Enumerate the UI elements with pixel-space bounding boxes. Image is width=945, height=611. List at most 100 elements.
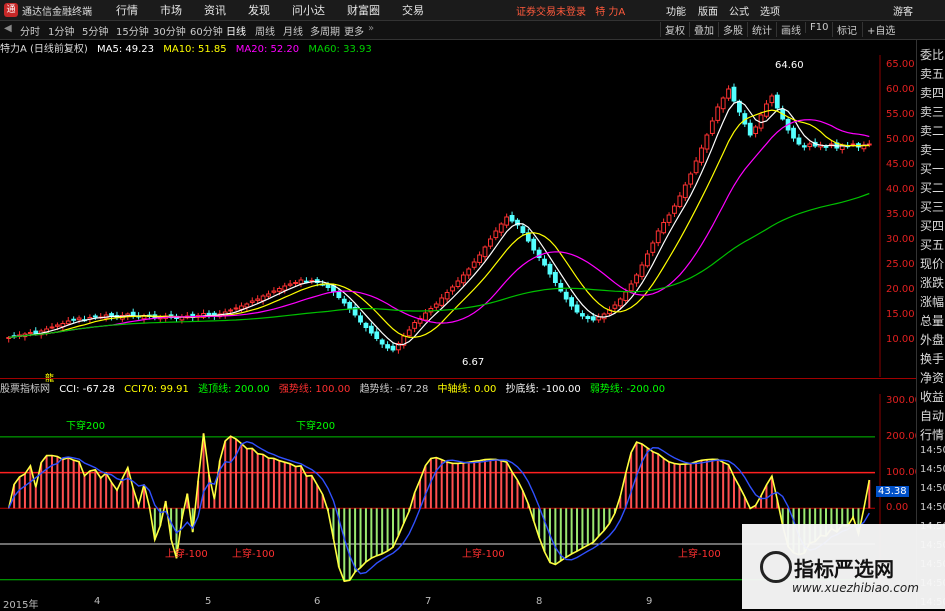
indicator-header: 股票指标网 CCI: -67.28 CCI70: 99.91 逃顶线: 200.… — [0, 380, 671, 395]
candle — [558, 279, 564, 293]
cross-above-minus100-label: 上穿-100 — [165, 549, 208, 560]
side-panel-item[interactable]: 买五 — [920, 236, 944, 253]
candle — [547, 261, 553, 278]
statistics-button[interactable]: 统计 — [747, 22, 776, 37]
side-panel-item[interactable]: 行情 — [920, 426, 944, 443]
candlestick-chart[interactable] — [0, 55, 916, 377]
candle — [672, 203, 677, 217]
login-status[interactable]: 证券交易未登录 特 力A — [516, 3, 625, 18]
side-panel-item[interactable]: 净资 — [920, 369, 944, 386]
candle — [71, 316, 77, 324]
candle — [60, 320, 66, 331]
guest-user[interactable]: 游客 — [893, 3, 913, 18]
price-tick-label: 50.00 — [886, 134, 915, 145]
menu-news[interactable]: 资讯 — [204, 2, 226, 18]
candle — [347, 300, 353, 313]
side-panel-item[interactable]: 买一 — [920, 160, 944, 177]
menu-function[interactable]: 功能 — [666, 3, 686, 18]
mark-button[interactable]: 标记 — [832, 22, 861, 37]
date-label: 9 — [646, 596, 653, 607]
period-monthly[interactable]: 月线 — [283, 23, 303, 38]
candle — [682, 181, 688, 202]
candle — [439, 294, 445, 308]
side-panel-item[interactable]: 收益 — [920, 388, 944, 405]
side-panel-item[interactable]: 自动 — [920, 407, 944, 424]
side-panel-item[interactable]: 14:50 — [920, 445, 945, 456]
candle — [574, 301, 580, 315]
cross-above-minus100-label: 上穿-100 — [462, 549, 505, 560]
menu-formula[interactable]: 公式 — [729, 3, 749, 18]
side-panel-item[interactable]: 14:50 — [920, 483, 945, 494]
side-panel-item[interactable]: 卖二 — [920, 122, 944, 139]
period-15min[interactable]: 15分钟 — [116, 23, 149, 38]
side-panel-item[interactable]: 买二 — [920, 179, 944, 196]
side-panel-item[interactable]: 14:50 — [920, 464, 945, 475]
period-weekly[interactable]: 周线 — [255, 23, 275, 38]
candle — [498, 222, 504, 237]
period-more[interactable]: 更多 — [344, 23, 364, 38]
candle — [612, 301, 618, 311]
candle — [363, 321, 369, 332]
side-panel-item[interactable]: 卖五 — [920, 65, 944, 82]
adjust-button[interactable]: 复权 — [660, 22, 689, 37]
draw-line-button[interactable]: 画线 — [776, 22, 805, 37]
add-watchlist-button[interactable]: +自选 — [862, 22, 899, 37]
side-panel-item[interactable]: 涨幅 — [920, 293, 944, 310]
period-1min[interactable]: 1分钟 — [48, 23, 74, 38]
menu-ask[interactable]: 问小达 — [292, 2, 325, 18]
price-tick-label: 55.00 — [886, 109, 915, 120]
app-logo-icon: 通 — [4, 3, 18, 17]
side-panel-item[interactable]: 换手 — [920, 350, 944, 367]
candle — [634, 272, 639, 287]
side-panel-item[interactable]: 卖四 — [920, 84, 944, 101]
side-panel-item[interactable]: 现价 — [920, 255, 944, 272]
menu-discover[interactable]: 发现 — [248, 2, 270, 18]
side-panel-item[interactable]: 买三 — [920, 198, 944, 215]
candle — [693, 157, 699, 175]
menu-market[interactable]: 市场 — [160, 2, 182, 18]
candle — [406, 326, 412, 338]
period-multi[interactable]: 多周期 — [310, 23, 340, 38]
candle — [168, 310, 174, 320]
period-5min[interactable]: 5分钟 — [82, 23, 108, 38]
stock-title: 特力A (日线前复权) — [0, 44, 88, 55]
candle — [482, 245, 488, 261]
left-arrow-icon[interactable]: ◀ — [4, 23, 12, 34]
period-30min[interactable]: 30分钟 — [153, 23, 186, 38]
side-panel-item[interactable]: 14:50 — [920, 502, 945, 513]
app-title: 通达信金融终端 — [22, 6, 92, 18]
overlay-button[interactable]: 叠加 — [689, 22, 718, 37]
price-tick-label: 20.00 — [886, 284, 915, 295]
multi-stock-button[interactable]: 多股 — [718, 22, 747, 37]
candle — [49, 323, 55, 330]
ma10-line — [8, 109, 870, 339]
menu-quotes[interactable]: 行情 — [116, 2, 138, 18]
chevron-right-icon[interactable]: » — [368, 23, 374, 34]
period-timeshare[interactable]: 分时 — [20, 23, 40, 38]
side-panel-item[interactable]: 总量 — [920, 312, 944, 329]
menu-trade[interactable]: 交易 — [402, 2, 424, 18]
f10-button[interactable]: F10 — [805, 22, 832, 33]
side-panel-item[interactable]: 卖一 — [920, 141, 944, 158]
date-label: 6 — [314, 596, 321, 607]
side-panel-item[interactable]: 买四 — [920, 217, 944, 234]
candle — [493, 227, 499, 241]
price-tick-label: 35.00 — [886, 209, 915, 220]
candle — [774, 92, 780, 112]
cci-tick-label: 0.00 — [886, 502, 909, 514]
watermark-title: 指标严选网 — [794, 557, 894, 581]
period-daily[interactable]: 日线 — [226, 23, 246, 38]
side-panel-item[interactable]: 卖三 — [920, 103, 944, 120]
side-panel-item[interactable]: 委比 — [920, 46, 944, 63]
side-panel-item[interactable]: 涨跌 — [920, 274, 944, 291]
menu-wealth[interactable]: 财富圈 — [347, 2, 380, 18]
menu-layout[interactable]: 版面 — [698, 3, 718, 18]
candle — [22, 332, 28, 341]
candle — [801, 142, 807, 151]
side-panel-item[interactable]: 外盘 — [920, 331, 944, 348]
candle — [861, 141, 867, 152]
period-60min[interactable]: 60分钟 — [190, 23, 223, 38]
candle — [791, 125, 796, 142]
candle — [764, 100, 769, 119]
menu-options[interactable]: 选项 — [760, 3, 780, 18]
